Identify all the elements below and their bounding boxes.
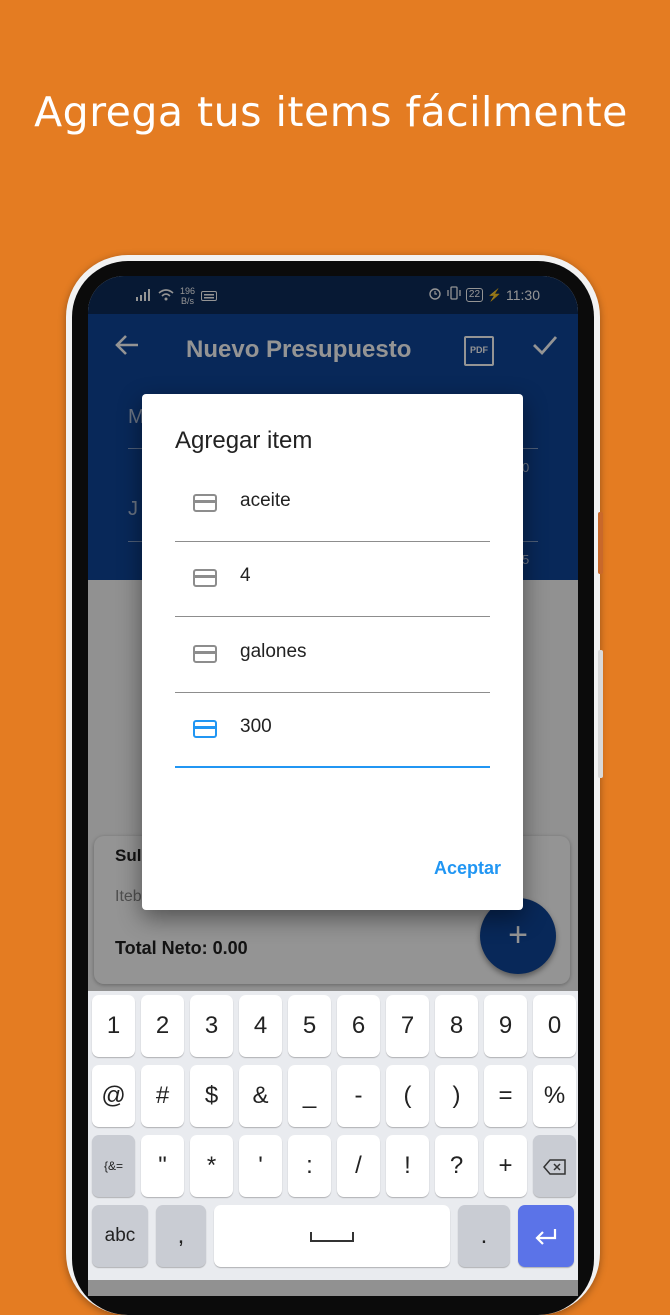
key-slash[interactable]: / [337,1135,380,1197]
key-2[interactable]: 2 [141,995,184,1057]
key-3[interactable]: 3 [190,995,233,1057]
item-price-value: 300 [240,716,272,737]
key-8[interactable]: 8 [435,995,478,1057]
backspace-key[interactable] [533,1135,576,1197]
field-underline [175,692,490,693]
field-underline [175,541,490,542]
dialog-title: Agregar item [175,427,313,454]
headline: Agrega tus items fácilmente [34,88,628,136]
item-quantity-value: 4 [240,565,251,586]
key-colon[interactable]: : [288,1135,331,1197]
enter-icon [535,1228,557,1245]
key-double-quote[interactable]: " [141,1135,184,1197]
key-period[interactable]: . [458,1205,510,1267]
phone-side-button [598,650,603,778]
backspace-icon [542,1158,566,1175]
add-item-dialog: Agregar item aceite 4 galones 300 Acepta… [142,394,523,910]
key-hyphen[interactable]: - [337,1065,380,1127]
key-1[interactable]: 1 [92,995,135,1057]
abc-key[interactable]: abc [92,1205,148,1267]
key-close-paren[interactable]: ) [435,1065,478,1127]
card-icon [193,569,217,587]
item-price-field[interactable]: 300 [175,694,490,768]
item-unit-value: galones [240,641,307,662]
card-icon [193,720,217,738]
key-open-paren[interactable]: ( [386,1065,429,1127]
phone-side-button [598,512,603,574]
key-5[interactable]: 5 [288,995,331,1057]
field-underline [175,766,490,768]
key-comma[interactable]: , [156,1205,206,1267]
key-9[interactable]: 9 [484,995,527,1057]
keyboard: 1 2 3 4 5 6 7 8 9 0 @ # $ & _ - ( ) = % … [88,991,578,1280]
key-question[interactable]: ? [435,1135,478,1197]
item-name-field[interactable]: aceite [175,468,490,542]
field-underline [175,616,490,617]
key-4[interactable]: 4 [239,995,282,1057]
key-exclamation[interactable]: ! [386,1135,429,1197]
key-plus[interactable]: + [484,1135,527,1197]
item-unit-field[interactable]: galones [175,619,490,693]
key-0[interactable]: 0 [533,995,576,1057]
key-equals[interactable]: = [484,1065,527,1127]
card-icon [193,645,217,663]
card-icon [193,494,217,512]
key-dollar[interactable]: $ [190,1065,233,1127]
key-apostrophe[interactable]: ' [239,1135,282,1197]
key-ampersand[interactable]: & [239,1065,282,1127]
key-hash[interactable]: # [141,1065,184,1127]
space-key[interactable] [214,1205,450,1267]
key-7[interactable]: 7 [386,995,429,1057]
accept-button[interactable]: Aceptar [434,858,501,879]
item-quantity-field[interactable]: 4 [175,543,490,617]
enter-key[interactable] [518,1205,574,1267]
key-at[interactable]: @ [92,1065,135,1127]
symbols-toggle-key[interactable]: {&= [92,1135,135,1197]
key-asterisk[interactable]: * [190,1135,233,1197]
key-percent[interactable]: % [533,1065,576,1127]
key-6[interactable]: 6 [337,995,380,1057]
space-icon [310,1231,354,1242]
item-name-value: aceite [240,490,291,511]
key-underscore[interactable]: _ [288,1065,331,1127]
